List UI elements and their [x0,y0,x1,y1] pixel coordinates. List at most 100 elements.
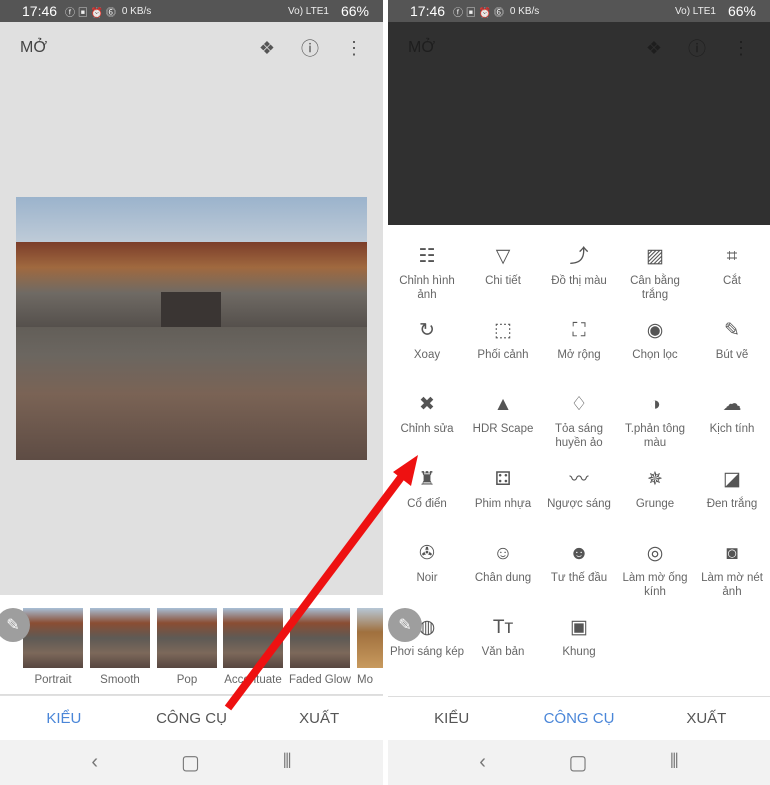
battery-level: 66% [340,3,369,19]
layers-undo-icon[interactable]: ❖ [259,38,275,59]
bottom-tabs: KIỂU CÔNG CỤ XUẤT [388,696,770,740]
white-balance-icon: ▨ [646,246,664,267]
tab-tools[interactable]: CÔNG CỤ [515,710,642,727]
style-label: Faded Glow [288,674,351,686]
tool-label: Phối cảnh [477,349,529,361]
tool-label: Đen trắng [706,498,758,510]
home-icon[interactable]: ▢ [181,750,200,775]
open-button[interactable]: MỞ [20,39,47,57]
recents-icon[interactable]: ⦀ [670,751,679,774]
tool-perspective[interactable]: ⬚ Phối cảnh [465,320,541,362]
tool-triangle[interactable]: ▽ Chi tiết [465,246,541,288]
triangle-icon: ▽ [495,246,511,267]
tool-rotate[interactable]: ↻ Xoay [389,320,465,362]
face-icon: ☺ [493,543,513,564]
tool-vignette[interactable]: ◙ Làm mờ nét ảnh [694,543,770,599]
tool-drama-cloud[interactable]: ☁ Kịch tính [694,394,770,436]
tool-mustache[interactable]: 〰 Ngược sáng [541,469,617,511]
tool-label: T.phản tông màu [624,423,686,449]
info-icon[interactable]: ⓘ [688,35,706,61]
lamp-icon: ♜ [418,469,436,490]
healing-icon: ✖ [419,394,435,415]
film-reel-icon: ✇ [419,543,435,564]
tool-label: Đồ thị màu [551,275,607,287]
tool-label: Noir [416,572,438,584]
tool-lens-blur[interactable]: ◎ Làm mờ ống kính [617,543,693,599]
system-nav: ‹ ▢ ⦀ [388,740,770,785]
tool-curves[interactable]: ⤴ Đồ thị màu [541,246,617,288]
layers-undo-icon[interactable]: ❖ [646,38,662,59]
tool-label: Làm mờ nét ảnh [701,572,763,598]
mustache-icon: 〰 [569,469,589,490]
tool-crop[interactable]: ⌗ Cắt [694,246,770,288]
tool-label: Cắt [723,275,741,287]
tool-label: Phơi sáng kép [389,646,465,658]
status-bar: 17:46 ⓕ ▣ ⏰ ⓺ 0 KB/s Vo) LTE1 66% [388,0,770,22]
right-screen-tools: 17:46 ⓕ ▣ ⏰ ⓺ 0 KB/s Vo) LTE1 66% MỞ ❖ ⓘ ⋮ … [388,0,770,785]
tool-grunge[interactable]: ✵ Grunge [617,469,693,511]
tool-frame[interactable]: ▣ Khung [541,617,617,659]
tools-grid: ☷ Chỉnh hình ảnh ▽ Chi tiết ⤴ Đồ thị màu ▨ Cân … [388,225,770,695]
tool-label: Tỏa sáng huyền ảo [555,423,603,449]
tool-label: Kịch tính [709,423,755,435]
tab-tools[interactable]: CÔNG CỤ [128,710,256,727]
brush-icon: ✎ [724,320,740,341]
tool-mountain[interactable]: ▲ HDR Scape [465,394,541,436]
tool-expand[interactable]: ⛶ Mở rộng [541,320,617,362]
home-icon[interactable]: ▢ [568,750,587,775]
tool-lamp[interactable]: ♜ Cổ điển [389,469,465,511]
tool-film-reel[interactable]: ✇ Noir [389,543,465,585]
tab-styles[interactable]: KIỂU [388,710,515,727]
tool-brush[interactable]: ✎ Bút vẽ [694,320,770,362]
top-bar: MỞ ❖ ⓘ ⋮ [388,22,770,74]
tool-head-pose[interactable]: ☻ Tư thế đầu [541,543,617,585]
more-vert-icon[interactable]: ⋮ [732,38,750,59]
glamour-glow-icon: ♢ [570,394,588,415]
back-icon[interactable]: ‹ [91,751,98,774]
tool-label: Văn bản [481,646,525,658]
more-vert-icon[interactable]: ⋮ [345,38,363,59]
tab-export[interactable]: XUẤT [643,710,770,727]
selective-icon: ◉ [646,320,664,341]
system-nav: ‹ ▢ ⦀ [0,740,383,785]
tool-label: Cân bằng trắng [630,275,680,301]
tool-label: Bút vẽ [715,349,749,361]
tool-selective[interactable]: ◉ Chọn lọc [617,320,693,362]
tool-grainy-film[interactable]: ⚃ Phim nhựa [465,469,541,511]
network: Vo) LTE1 [675,5,716,17]
mountain-icon: ▲ [493,394,513,415]
pencil-icon[interactable]: ✎ [388,608,422,642]
black-white-icon: ◪ [723,469,741,490]
tool-tonal-contrast[interactable]: ◑ T.phản tông màu [617,394,693,450]
back-icon[interactable]: ‹ [479,751,486,774]
tool-label: Tư thế đầu [550,572,608,584]
tool-healing[interactable]: ✖ Chỉnh sửa [389,394,465,436]
tool-label: HDR Scape [472,423,534,435]
tool-white-balance[interactable]: ▨ Cân bằng trắng [617,246,693,302]
lens-blur-icon: ◎ [646,543,664,564]
open-button[interactable]: MỞ [408,39,435,57]
tool-text[interactable]: Tт Văn bản [465,617,541,659]
tool-face[interactable]: ☺ Chân dung [465,543,541,585]
style-accentuate[interactable]: Accentuate [223,608,283,686]
style-faded-glow[interactable]: Faded Glow [289,608,351,686]
perspective-icon: ⬚ [494,320,512,341]
expand-icon: ⛶ [572,320,586,341]
style-strip[interactable]: Portrait Smooth Pop Accentuate Faded Glo… [0,595,383,695]
style-portrait[interactable]: Portrait [23,608,83,686]
tool-glamour-glow[interactable]: ♢ Tỏa sáng huyền ảo [541,394,617,450]
rotate-icon: ↻ [419,320,435,341]
notification-icons: ⓕ ▣ ⏰ ⓺ [65,7,116,19]
recents-icon[interactable]: ⦀ [283,751,292,774]
tool-label: Làm mờ ống kính [622,572,688,598]
tab-styles[interactable]: KIỂU [0,710,128,727]
tool-tune[interactable]: ☷ Chỉnh hình ảnh [389,246,465,302]
tool-black-white[interactable]: ◪ Đen trắng [694,469,770,511]
network: Vo) LTE1 [288,5,329,17]
style-mo[interactable]: Mo [357,608,383,686]
tool-label: Phim nhựa [474,498,532,510]
tab-export[interactable]: XUẤT [255,710,383,727]
style-smooth[interactable]: Smooth [90,608,150,686]
info-icon[interactable]: ⓘ [301,35,319,61]
style-pop[interactable]: Pop [157,608,217,686]
